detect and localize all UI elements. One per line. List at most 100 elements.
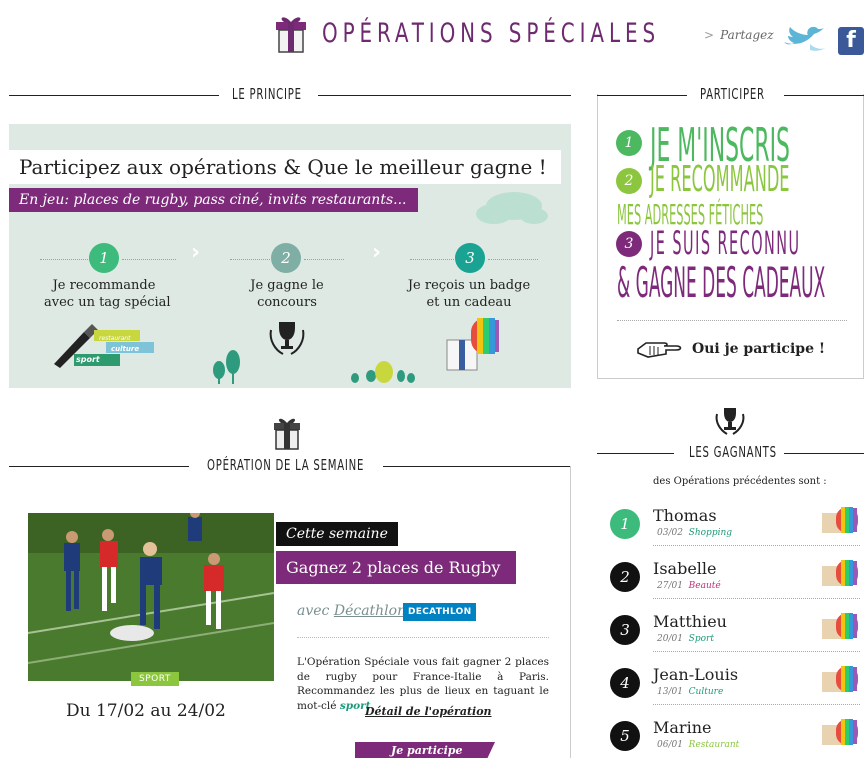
step-3-text: Je reçois un badge et un cadeau <box>407 278 531 310</box>
winner-name[interactable]: Marine <box>653 718 711 737</box>
trophy-icon <box>715 408 745 435</box>
winner-rank: 3 <box>610 615 640 645</box>
rugby-photo <box>28 513 274 681</box>
divider <box>122 259 176 260</box>
winner-meta: 27/01 Beauté <box>657 581 721 591</box>
winner-rank: 5 <box>610 721 640 751</box>
winner-rank: 4 <box>610 668 640 698</box>
operation-detail-link[interactable]: Détail de l'opération <box>365 705 492 718</box>
winner-date: 20/01 <box>657 634 683 644</box>
gift-icon <box>276 17 306 53</box>
divider <box>304 259 344 260</box>
winner-name[interactable]: Matthieu <box>653 612 727 631</box>
divider <box>653 545 860 546</box>
operation-dates: Du 17/02 au 24/02 <box>66 701 226 721</box>
winner-badge-icon <box>822 507 858 533</box>
step-1-text: Je recommande avec un tag spécial <box>44 278 171 310</box>
divider <box>597 453 674 454</box>
winner-badge-icon <box>822 560 858 586</box>
twitter-icon[interactable] <box>780 24 830 54</box>
winner-date: 06/01 <box>657 740 683 750</box>
divider <box>488 259 538 260</box>
winner-row[interactable]: 2 Isabelle 27/01 Beauté <box>610 559 860 611</box>
participer-step-3-number: 3 <box>616 231 642 257</box>
divider <box>230 259 270 260</box>
participer-step-2-number: 2 <box>616 168 642 194</box>
participer-line-4: JE SUIS RECONNU <box>650 224 801 262</box>
winner-rank: 1 <box>610 509 640 539</box>
step-1-number: 1 <box>89 243 119 273</box>
winner-badge-icon <box>822 613 858 639</box>
winner-row[interactable]: 1 Thomas 03/02 Shopping <box>610 506 860 558</box>
winner-category: Culture <box>688 687 724 697</box>
tag-culture: culture <box>111 345 140 353</box>
share-label: Partagez <box>720 28 774 42</box>
participer-line-2: JE RECOMMANDE <box>650 159 790 200</box>
winner-category: Beauté <box>688 581 721 591</box>
winner-badge-icon <box>822 666 858 692</box>
section-title-participer: PARTICIPER <box>700 85 765 103</box>
divider <box>653 704 860 705</box>
chevron-right-icon: › <box>191 240 201 265</box>
section-title-gagnants: LES GAGNANTS <box>689 443 777 461</box>
gift-icon <box>274 418 300 450</box>
winner-meta: 03/02 Shopping <box>657 528 732 538</box>
winner-meta: 13/01 Culture <box>657 687 723 697</box>
participer-line-5: & GAGNE DES CADEAUX <box>617 258 826 307</box>
divider <box>617 320 847 321</box>
tag-sport: sport <box>76 355 100 364</box>
step-2-text: Je gagne le concours <box>250 278 324 310</box>
divider <box>318 95 571 96</box>
step-2-number: 2 <box>271 243 301 273</box>
winner-badge-icon <box>822 719 858 745</box>
section-title-principe: LE PRINCIPE <box>232 85 302 103</box>
tag-restaurant: restaurant <box>99 335 131 342</box>
chevron-right-icon: > <box>704 28 715 42</box>
pointing-hand-icon[interactable] <box>636 337 684 361</box>
chevron-right-icon: › <box>372 240 382 265</box>
je-participe-button[interactable]: Je participe <box>355 742 495 758</box>
partner-link[interactable]: Décathlon <box>334 603 406 619</box>
sport-tag: SPORT <box>131 672 179 686</box>
section-title-operation: OPÉRATION DE LA SEMAINE <box>207 456 365 474</box>
winner-date: 27/01 <box>657 581 683 591</box>
divider <box>570 466 571 758</box>
divider <box>383 466 571 467</box>
winner-row[interactable]: 3 Matthieu 20/01 Sport <box>610 612 860 664</box>
winner-meta: 06/01 Restaurant <box>657 740 739 750</box>
winner-name[interactable]: Thomas <box>653 506 717 525</box>
principe-subline: En jeu: places de rugby, pass ciné, invi… <box>9 188 419 212</box>
divider <box>653 598 860 599</box>
facebook-icon[interactable]: f <box>838 27 864 55</box>
winner-category: Sport <box>688 634 714 644</box>
share-link[interactable]: > Partagez <box>704 28 774 42</box>
step-3-number: 3 <box>455 243 485 273</box>
winner-row[interactable]: 4 Jean-Louis 13/01 Culture <box>610 665 860 717</box>
winner-category: Restaurant <box>688 740 740 750</box>
divider <box>9 466 189 467</box>
principe-headline: Participez aux opérations & Que le meill… <box>9 150 561 184</box>
decathlon-logo: DECATHLON <box>403 603 477 621</box>
divider <box>9 95 219 96</box>
winner-rank: 2 <box>610 562 640 592</box>
winner-row[interactable]: 5 Marine 06/01 Restaurant <box>610 718 860 758</box>
gagnants-subtitle: des Opérations précédentes sont : <box>653 476 827 487</box>
winner-meta: 20/01 Sport <box>657 634 714 644</box>
oui-je-participe-button[interactable]: Oui je participe ! <box>692 341 825 357</box>
winner-name[interactable]: Jean-Louis <box>653 665 738 684</box>
page-title: OPÉRATIONS SPÉCIALES <box>322 18 661 49</box>
winner-name[interactable]: Isabelle <box>653 559 716 578</box>
winner-category: Shopping <box>688 528 733 538</box>
winner-date: 13/01 <box>657 687 683 697</box>
divider <box>410 259 454 260</box>
divider <box>597 95 687 96</box>
divider <box>784 453 864 454</box>
participer-step-1-number: 1 <box>616 130 642 156</box>
divider <box>653 651 860 652</box>
winner-date: 03/02 <box>657 528 683 538</box>
operation-partner: avec Décathlon <box>297 603 407 619</box>
this-week-badge: Cette semaine <box>276 522 398 546</box>
operation-title: Gagnez 2 places de Rugby <box>276 551 517 584</box>
divider <box>784 95 864 96</box>
divider <box>297 637 549 638</box>
